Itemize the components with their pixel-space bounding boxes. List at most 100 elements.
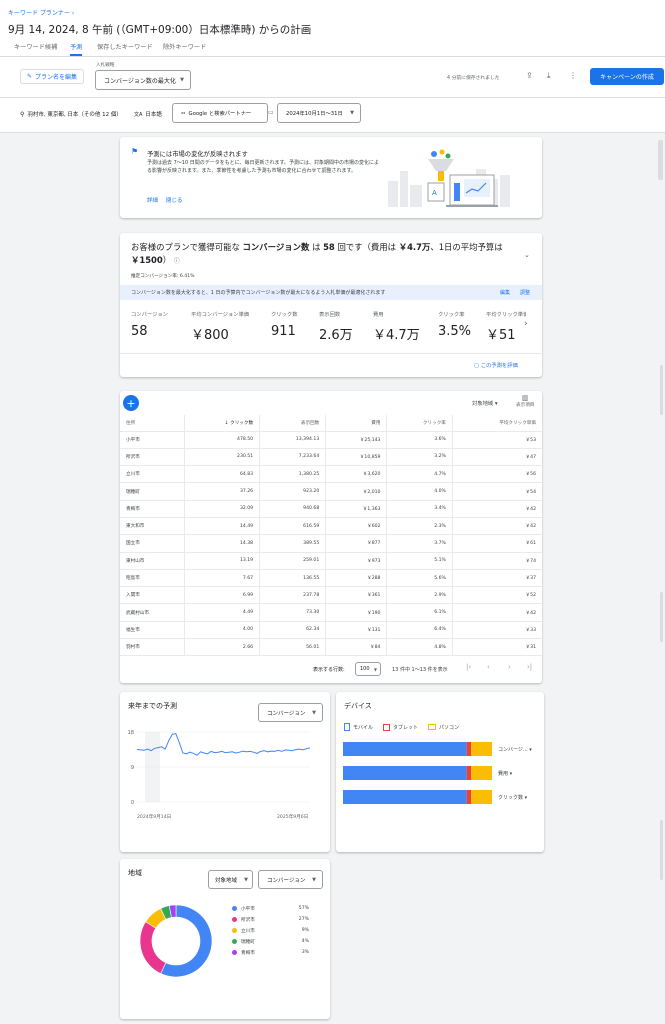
first-page-icon[interactable]: |‹ (466, 663, 471, 671)
columns-button[interactable]: ▥ 表示項目 (516, 394, 534, 408)
scrollbar-thumb[interactable] (660, 820, 663, 880)
header-area: キーワード プランナー › 9月 14, 2024, 8 午前 (（GMT+09… (0, 0, 665, 133)
legend-mobile: モバイル (344, 723, 373, 731)
table-cell: 73.30 (259, 603, 327, 622)
dropdown-arrow-icon: ▼ (180, 77, 184, 83)
tab-negative-keywords[interactable]: 除外キーワード (163, 42, 206, 56)
table-cell: ￥61 (452, 534, 542, 553)
table-cell: ￥56 (452, 465, 542, 484)
dropdown-arrow-icon: ▼ (350, 110, 354, 116)
legend-item: 立川市 9% (232, 925, 312, 936)
region-legend: 小平市 57% 所沢市 27% 立川市 9% 瑞穂町 4% 青梅市 3% (232, 903, 312, 958)
table-cell: 13,394.13 (259, 431, 327, 449)
table-cell: 小平市 (120, 431, 186, 449)
target-region-dropdown[interactable]: 対象地域 ▾ (472, 399, 498, 407)
col-header-impressions[interactable]: 表示回数 (259, 415, 327, 432)
tab-bar: キーワード候補 予測 保存したキーワード 除外キーワード (0, 42, 665, 56)
metric-conversions: コンバージョン 58 (131, 312, 168, 339)
tab-keyword-ideas[interactable]: キーワード候補 (14, 42, 57, 56)
next-metrics-chevron-icon[interactable]: › (524, 319, 528, 329)
evaluate-forecast-link[interactable]: ▢ この予測を評価 (474, 361, 518, 369)
metric-cpc: 平均クリック単価 ￥51 (486, 312, 526, 343)
table-cell: 37.26 (184, 482, 261, 501)
table-cell: 東大和市 (120, 517, 186, 536)
table-cell: 4.7% (386, 465, 453, 484)
info-banner: コンバージョン数を最大化すると、1 日の予算内でコンバージョン数が最大になるよう… (120, 285, 542, 300)
tab-forecast[interactable]: 予測 (70, 42, 83, 56)
collapse-chevron-icon[interactable]: ⌄ (524, 251, 530, 259)
next-page-icon[interactable]: › (508, 663, 511, 671)
prev-page-icon[interactable]: ‹ (487, 663, 490, 671)
date-range-select[interactable]: 2024年10月1日〜31日 ▼ (277, 103, 361, 123)
col-header-ctr[interactable]: クリック率 (386, 415, 453, 432)
table-cell: 6.4% (386, 621, 453, 640)
location-filter[interactable]: ⚲ 羽村市, 東京都, 日本（その他 12 個） (20, 110, 122, 119)
scrollbar-thumb[interactable] (658, 140, 663, 180)
network-icon: ⚏ (181, 110, 186, 116)
table-row: 入間市 6.99 237.78 ￥361 2.9% ￥52 (120, 586, 542, 605)
table-cell: 2.3% (386, 517, 453, 536)
metric-ctr: クリック率 3.5% (438, 312, 472, 339)
network-select[interactable]: ⚏ Google と検索パートナー (172, 103, 268, 123)
table-cell: 6.99 (184, 586, 261, 605)
legend-value: 4% (301, 939, 309, 944)
last-page-icon[interactable]: ›| (527, 663, 532, 671)
scrollbar-thumb[interactable] (660, 592, 663, 642)
table-row: 立川市 64.83 1,380.25 ￥3,620 4.7% ￥56 (120, 465, 542, 484)
rows-per-page-select[interactable]: 100 ▼ (355, 662, 381, 676)
more-vert-icon[interactable]: ⋮ (569, 71, 577, 80)
region-metric-select[interactable]: コンバージョン ▼ (258, 870, 323, 889)
col-header-location[interactable]: 住所 (120, 415, 186, 432)
svg-text:A: A (432, 189, 437, 197)
table-cell: ￥52 (452, 586, 542, 605)
forecast-metric-select[interactable]: コンバージョン ▼ (258, 703, 323, 722)
edit-plan-name-button[interactable]: ✎ プラン名を編集 (20, 69, 84, 84)
region-donut-chart (139, 904, 213, 978)
table-cell: 237.78 (259, 586, 327, 605)
flag-icon: ⚑ (131, 147, 139, 156)
table-cell: ￥973 (325, 552, 388, 570)
table-cell: ￥42 (452, 500, 542, 518)
pencil-icon: ✎ (26, 73, 32, 80)
language-filter[interactable]: 文A 日本語 (134, 110, 162, 119)
breadcrumb[interactable]: キーワード プランナー › (8, 8, 74, 17)
table-cell: ￥190 (325, 603, 388, 622)
y-tick-label: 9 (131, 765, 134, 771)
table-cell: 所沢市 (120, 448, 186, 467)
bid-strategy-select[interactable]: コンバージョン数の最大化 ▼ (95, 70, 191, 90)
tab-saved-keywords[interactable]: 保存したキーワード (97, 42, 153, 56)
table-row: 所沢市 230.51 7,233.64 ￥10,859 3.2% ￥47 (120, 448, 542, 467)
share-icon[interactable]: ⇪ (526, 71, 533, 80)
table-row: 瑞穂町 37.26 923.20 ￥2,010 4.0% ￥54 (120, 482, 542, 501)
conversion-rate: 推定コンバージョン率: 6.41% (131, 274, 195, 279)
scrollbar-thumb[interactable] (660, 365, 663, 415)
summary-card: お客様のプランで獲得可能な コンバージョン数 は 58 回です（費用は ￥4.7… (120, 233, 542, 377)
banner-adjust-link[interactable]: 調整 (520, 289, 530, 296)
translate-icon: 文A (134, 111, 143, 118)
banner-edit-link[interactable]: 編集 (500, 289, 510, 296)
col-header-clicks[interactable]: ↓ クリック数 (184, 415, 261, 432)
details-link[interactable]: 詳細 (147, 196, 158, 204)
col-header-cost[interactable]: 費用 (325, 415, 388, 432)
table-cell: ￥602 (325, 517, 388, 536)
notice-body: 予測は過去 7〜10 日間のデータをもとに、毎日更新されます。予測には、対象期間… (147, 160, 379, 174)
table-cell: 7.67 (184, 569, 261, 588)
create-campaign-button[interactable]: キャンペーンの作成 (590, 68, 664, 85)
forecast-title: 来年までの予測 (128, 702, 177, 710)
region-dimension-select[interactable]: 対象地域 ▼ (208, 870, 253, 889)
calendar-icon: ▭ (268, 109, 274, 116)
table-cell: 4.49 (184, 603, 261, 622)
bar-desktop (471, 790, 492, 804)
table-cell: 瑞穂町 (120, 482, 186, 501)
add-icon[interactable]: + (123, 395, 139, 411)
table-row: 小平市 478.50 13,394.13 ￥25,143 3.6% ￥53 (120, 431, 542, 449)
table-cell: 入間市 (120, 586, 186, 605)
table-cell: 14.38 (184, 534, 261, 553)
table-cell: ￥37 (452, 569, 542, 588)
col-header-cpc[interactable]: 平均クリック単価 (452, 415, 542, 432)
region-table-card: + 対象地域 ▾ ▥ 表示項目 住所 ↓ クリック数 表示回数 費用 クリック率 … (120, 391, 542, 683)
table-cell: 東村山市 (120, 552, 186, 570)
notice-card: ⚑ 予測には市場の変化が反映されます 予測は過去 7〜10 日間のデータをもとに… (120, 137, 542, 218)
download-icon[interactable]: ⤓ (547, 71, 551, 81)
close-link[interactable]: 閉じる (166, 196, 183, 204)
